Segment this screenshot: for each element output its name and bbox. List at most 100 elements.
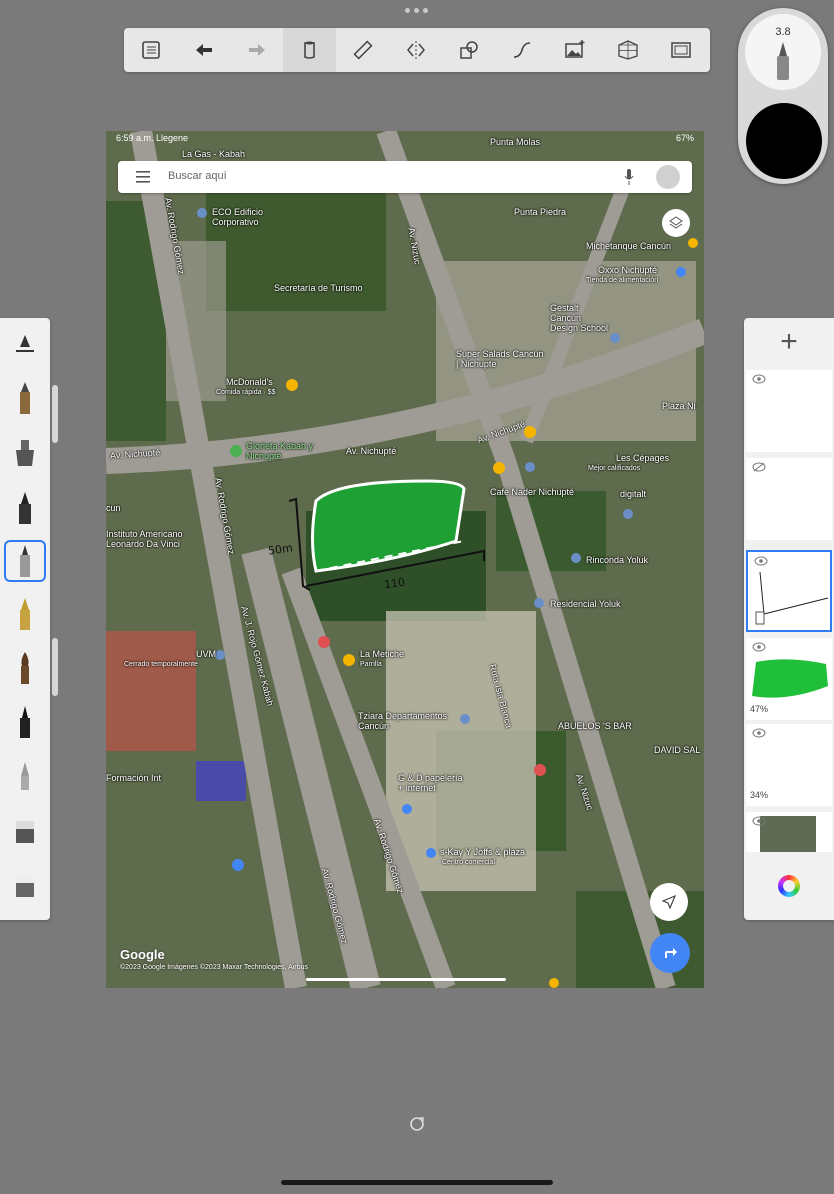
- layers-icon: [669, 216, 683, 229]
- map-label: Instituto Americano Leonardo Da Vinci: [106, 529, 183, 549]
- brush-nib-icon: [777, 42, 789, 80]
- avatar[interactable]: [656, 165, 680, 189]
- map-label: Michetanque Cancún: [586, 241, 672, 251]
- menu-icon[interactable]: [136, 171, 150, 183]
- map-label: ABUELOS 'S BAR: [558, 721, 632, 731]
- map-label: Cerrado temporalmente: [124, 661, 198, 668]
- map-label: DAVID SAL: [654, 745, 701, 755]
- map-label: cun: [106, 503, 121, 513]
- size-slider[interactable]: [52, 385, 58, 443]
- eye-icon[interactable]: [752, 642, 766, 652]
- map-label: Café Nader Nichupté: [490, 487, 575, 497]
- top-toolbar: [124, 28, 710, 72]
- technical-pen-icon[interactable]: [5, 756, 45, 796]
- fountain-pen-icon[interactable]: [5, 594, 45, 634]
- map-label: digitalt: [620, 489, 647, 499]
- map-label: Residencial Yoluk: [550, 599, 621, 609]
- image-icon[interactable]: [548, 28, 601, 72]
- multitask-handle[interactable]: [405, 8, 429, 14]
- eye-icon[interactable]: [752, 728, 766, 738]
- map-label: Parrilla: [360, 661, 382, 668]
- status-time: 6:59 a.m. Llegene: [116, 133, 189, 143]
- map-label: Centro comercial: [442, 859, 495, 866]
- brush-size-puck[interactable]: 3.8: [745, 14, 821, 90]
- map-label: G & D papelería + internet: [398, 773, 463, 793]
- battery-status: 67%: [675, 133, 694, 143]
- ruler-icon[interactable]: [336, 28, 389, 72]
- directions-button[interactable]: [650, 933, 690, 973]
- fullscreen-icon[interactable]: [654, 28, 707, 72]
- map-label: UVM: [196, 649, 216, 659]
- brush-puck: 3.8: [738, 8, 828, 184]
- map-label: Tziara Departamentos Cancún: [358, 711, 448, 731]
- map-label: Les Cépages: [616, 453, 670, 463]
- search-bar[interactable]: Buscar aquí: [118, 161, 692, 193]
- map-label: Tienda de alimentación: [586, 277, 659, 284]
- drawing-canvas[interactable]: 6:59 a.m. Llegene 67% Buscar aquí La Gas…: [106, 131, 704, 988]
- layers-panel: + 47% 34%: [744, 318, 834, 920]
- eye-icon[interactable]: [752, 816, 766, 826]
- map-label: La Gas - Kabah: [182, 149, 246, 159]
- home-indicator[interactable]: [281, 1180, 553, 1185]
- paint-brush-icon[interactable]: [5, 648, 45, 688]
- tool-palette: [0, 318, 50, 920]
- layer-thumbnail[interactable]: [746, 458, 832, 540]
- map-label: Av. Nichupté: [346, 446, 397, 456]
- color-swatch[interactable]: [746, 103, 822, 179]
- color-wheel-icon[interactable]: [778, 875, 800, 897]
- search-input[interactable]: Buscar aquí: [168, 170, 227, 182]
- curve-icon[interactable]: [495, 28, 548, 72]
- layer-thumbnail-selected[interactable]: [746, 550, 832, 632]
- map-preview: [760, 816, 816, 852]
- symmetry-icon[interactable]: [389, 28, 442, 72]
- layer-thumbnail[interactable]: 34%: [746, 724, 832, 806]
- my-location-button[interactable]: [650, 883, 688, 921]
- marker-icon[interactable]: [5, 488, 45, 528]
- eye-icon[interactable]: [752, 374, 766, 384]
- undo-icon[interactable]: [177, 28, 230, 72]
- map-copyright: ©2023 Google Imágenes ©2023 Maxar Techno…: [120, 964, 309, 971]
- add-layer-button[interactable]: +: [744, 318, 834, 366]
- green-shape-preview: [752, 659, 828, 698]
- sketch-preview: [755, 571, 829, 625]
- map-label: Comida rápida · $$: [216, 389, 276, 396]
- layer-thumbnail[interactable]: [746, 812, 832, 852]
- eraser-icon[interactable]: [5, 812, 45, 852]
- shapes-icon[interactable]: [442, 28, 495, 72]
- redo-icon[interactable]: [230, 28, 283, 72]
- pencil-icon[interactable]: [5, 378, 45, 418]
- brush-settings-icon[interactable]: [5, 324, 45, 364]
- map-label: Secretaría de Turismo: [274, 283, 363, 293]
- directions-icon: [665, 948, 677, 958]
- map-label: McDonald's: [226, 377, 273, 387]
- brush-size-value: 3.8: [775, 26, 791, 38]
- rotate-icon[interactable]: [409, 1116, 425, 1132]
- status-bar: 6:59 a.m. Llegene 67%: [116, 133, 694, 147]
- perspective-icon[interactable]: [601, 28, 654, 72]
- map-label: s-Kay Y Joffs & plaza: [440, 847, 526, 857]
- map-label: Plaza Ni: [662, 401, 696, 411]
- airbrush-icon[interactable]: [5, 434, 45, 474]
- map-layers-button[interactable]: [662, 209, 690, 237]
- ink-brush-icon[interactable]: [5, 702, 45, 742]
- map-label: Punta Piedra: [514, 207, 567, 217]
- eye-hidden-icon[interactable]: [752, 462, 766, 472]
- navigation-arrow-icon: [662, 895, 676, 909]
- map-label: Rinconda Yoluk: [586, 555, 649, 565]
- map-label: Mejor calificados: [588, 465, 641, 472]
- smudge-icon[interactable]: [5, 866, 45, 906]
- opacity-slider[interactable]: [52, 638, 58, 696]
- layer-thumbnail[interactable]: 47%: [746, 638, 832, 720]
- eye-icon[interactable]: [754, 556, 768, 566]
- fill-icon[interactable]: [283, 28, 336, 72]
- map-label: Formación Int: [106, 773, 162, 783]
- layer-opacity: 34%: [750, 790, 769, 800]
- map-label: Gestalt Cancún Design School: [550, 303, 609, 333]
- ballpoint-pen-icon[interactable]: [4, 540, 46, 582]
- layer-opacity: 47%: [750, 704, 769, 714]
- microphone-icon[interactable]: [624, 169, 634, 185]
- gallery-icon[interactable]: [124, 28, 177, 72]
- google-logo: Google: [120, 947, 165, 962]
- layer-thumbnail[interactable]: [746, 370, 832, 452]
- map-label: La Metiche: [360, 649, 405, 659]
